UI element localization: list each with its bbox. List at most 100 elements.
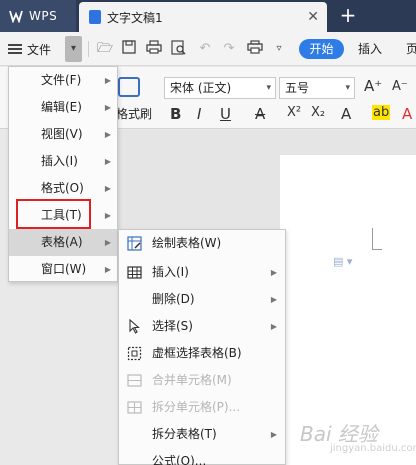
redo-icon[interactable]: ↷: [220, 40, 238, 58]
chevron-right-icon: ▶: [270, 268, 277, 277]
paragraph-options-icon[interactable]: ▤ ▾: [333, 255, 352, 268]
chevron-right-icon: ▶: [104, 265, 111, 274]
chevron-right-icon: ▶: [104, 76, 111, 85]
grow-font-button[interactable]: A⁺: [364, 77, 382, 95]
highlight-button[interactable]: ab: [372, 105, 391, 120]
draw-table-icon: [127, 236, 142, 251]
submenu-item-dashed-select[interactable]: 虚框选择表格(B): [119, 340, 285, 367]
margin-mark: [372, 228, 382, 250]
chevron-right-icon: ▶: [104, 184, 111, 193]
submenu-item-label: 插入(I): [152, 265, 189, 279]
font-color-button[interactable]: A: [402, 105, 412, 123]
menu-item-label: 格式(O): [41, 181, 84, 195]
submenu-item-label: 绘制表格(W): [152, 236, 222, 250]
print-icon[interactable]: [145, 40, 163, 58]
submenu-item-formula[interactable]: 公式(O)...: [119, 448, 285, 465]
merge-cells-icon: [127, 374, 142, 387]
bold-button[interactable]: B: [170, 105, 181, 123]
italic-button[interactable]: I: [197, 105, 201, 123]
tools-highlight-box: [16, 199, 91, 229]
title-bar: WPS 文字文稿1 ✕ +: [0, 0, 416, 32]
font-size-select[interactable]: 五号 ▾: [279, 77, 355, 99]
menu-item-window[interactable]: 窗口(W) ▶: [9, 256, 117, 283]
menu-bar: 文件 ▾ 🗁 ↶ ↷ ▿ 开始 插入 页: [0, 32, 416, 66]
file-dropdown-menu: 文件(F) ▶ 编辑(E) ▶ 视图(V) ▶ 插入(I) ▶ 格式(O) ▶ 工具(T)…: [8, 66, 118, 282]
font-size-value: 五号: [285, 81, 310, 95]
menu-item-label: 文件(F): [41, 73, 82, 87]
menu-item-file[interactable]: 文件(F) ▶: [9, 67, 117, 94]
print-preview-icon[interactable]: [170, 40, 188, 58]
menu-item-view[interactable]: 视图(V) ▶: [9, 121, 117, 148]
menu-item-format[interactable]: 格式(O) ▶: [9, 175, 117, 202]
submenu-item-label: 拆分单元格(P)...: [152, 400, 241, 414]
menu-item-table[interactable]: 表格(A) ▶: [9, 229, 117, 256]
tab-start[interactable]: 开始: [299, 39, 344, 59]
chevron-right-icon: ▶: [270, 322, 277, 331]
chevron-right-icon: ▶: [104, 157, 111, 166]
font-name-value: 宋体 (正文): [170, 81, 232, 95]
text-effects-button[interactable]: A: [341, 105, 351, 123]
submenu-item-select[interactable]: 选择(S) ▶: [119, 313, 285, 340]
submenu-item-split-cells: 拆分单元格(P)...: [119, 394, 285, 421]
menu-item-label: 视图(V): [41, 127, 83, 141]
split-cells-icon: [127, 401, 142, 414]
chevron-right-icon: ▶: [104, 130, 111, 139]
document-tab[interactable]: 文字文稿1 ✕: [79, 2, 327, 32]
submenu-item-label: 选择(S): [152, 319, 193, 333]
document-title: 文字文稿1: [107, 10, 163, 25]
chevron-right-icon: ▶: [270, 430, 277, 439]
table-grid-icon: [127, 266, 142, 279]
undo-icon[interactable]: ↶: [196, 40, 214, 58]
menu-item-insert[interactable]: 插入(I) ▶: [9, 148, 117, 175]
customize-chevron-icon[interactable]: ▿: [270, 40, 288, 58]
save-icon[interactable]: [120, 40, 138, 58]
shrink-font-button[interactable]: A⁻: [392, 79, 408, 94]
font-name-select[interactable]: 宋体 (正文) ▾: [164, 77, 276, 99]
dashed-select-icon: [127, 346, 142, 361]
submenu-item-label: 公式(O)...: [152, 454, 207, 465]
submenu-item-label: 拆分表格(T): [152, 427, 217, 441]
separator: [88, 41, 89, 57]
table-submenu: 绘制表格(W) 插入(I) ▶ 删除(D) ▶ 选择(S) ▶ 虚框选择表格(B…: [118, 229, 286, 465]
menu-item-label: 插入(I): [41, 154, 78, 168]
open-folder-icon[interactable]: 🗁: [96, 40, 114, 58]
app-name: WPS: [29, 9, 58, 23]
strikethrough-button[interactable]: A: [255, 105, 265, 123]
submenu-item-label: 合并单元格(M): [152, 373, 232, 387]
new-tab-button[interactable]: +: [336, 4, 360, 28]
chevron-right-icon: ▶: [270, 295, 277, 304]
submenu-item-insert[interactable]: 插入(I) ▶: [119, 259, 285, 286]
chevron-down-icon: ▾: [266, 83, 271, 93]
subscript-button[interactable]: X₂: [311, 105, 325, 120]
submenu-item-merge-cells: 合并单元格(M): [119, 367, 285, 394]
underline-button[interactable]: U: [220, 105, 231, 123]
chevron-right-icon: ▶: [104, 103, 111, 112]
menu-item-edit[interactable]: 编辑(E) ▶: [9, 94, 117, 121]
menu-item-label: 编辑(E): [41, 100, 82, 114]
file-dropdown-arrow[interactable]: ▾: [65, 36, 82, 62]
close-tab-icon[interactable]: ✕: [307, 9, 319, 25]
chevron-down-icon: ▾: [345, 83, 350, 93]
watermark-url: jingyan.baidu.com: [330, 443, 416, 454]
menu-item-label: 表格(A): [41, 235, 83, 249]
hamburger-icon: [8, 44, 22, 54]
format-brush-icon[interactable]: [118, 77, 140, 97]
tab-page[interactable]: 页: [406, 40, 416, 57]
document-icon: [89, 10, 101, 24]
submenu-item-delete[interactable]: 删除(D) ▶: [119, 286, 285, 313]
submenu-item-draw-table[interactable]: 绘制表格(W): [119, 230, 285, 257]
submenu-item-label: 删除(D): [152, 292, 195, 306]
cursor-arrow-icon: [129, 319, 140, 334]
format-printer-icon[interactable]: [246, 40, 264, 58]
format-brush-label[interactable]: 格式刷: [116, 105, 152, 122]
wps-home-tab[interactable]: WPS: [0, 0, 76, 32]
chevron-right-icon: ▶: [104, 238, 111, 247]
file-menu-button[interactable]: 文件: [8, 37, 51, 61]
tab-insert[interactable]: 插入: [358, 40, 382, 57]
menu-item-label: 窗口(W): [41, 262, 87, 276]
file-menu-label: 文件: [27, 42, 52, 57]
chevron-right-icon: ▶: [104, 211, 111, 220]
superscript-button[interactable]: X²: [287, 105, 301, 120]
submenu-item-label: 虚框选择表格(B): [152, 346, 242, 360]
submenu-item-split-table[interactable]: 拆分表格(T) ▶: [119, 421, 285, 448]
